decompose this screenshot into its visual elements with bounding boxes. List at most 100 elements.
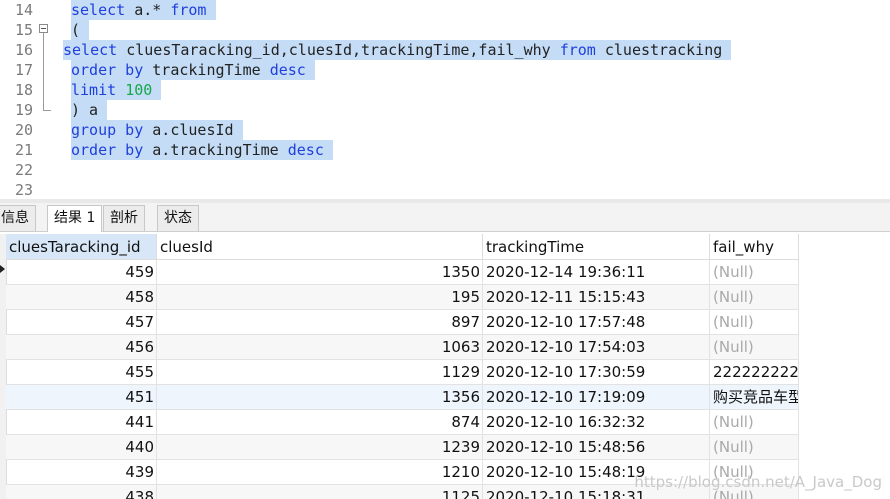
- tab-result-1[interactable]: 结果 1: [47, 205, 103, 232]
- sql-editor[interactable]: 14 select a.* from 15 ( 16 select cluesTara…: [0, 0, 890, 201]
- table-cell[interactable]: 2020-12-10 15:48:56: [483, 435, 710, 460]
- line-number: 21: [14, 141, 33, 159]
- tab-profile[interactable]: 剖析: [103, 205, 145, 231]
- table-cell[interactable]: 1063: [157, 335, 483, 360]
- fold-gutter: [38, 100, 51, 120]
- table-cell[interactable]: 456: [6, 335, 157, 360]
- table-row[interactable]: 441 874 2020-12-10 16:32:32 (Null): [0, 410, 800, 435]
- sql-text: (: [71, 21, 81, 39]
- table-cell[interactable]: 451: [6, 385, 157, 410]
- editor-line[interactable]: 20 group by a.cluesId: [0, 120, 890, 140]
- table-row[interactable]: 440 1239 2020-12-10 15:48:56 (Null): [0, 435, 800, 460]
- sql-keyword: order by: [71, 141, 144, 159]
- tab-info[interactable]: 信息: [0, 205, 36, 231]
- table-cell[interactable]: 购买竞品车型: [710, 385, 799, 410]
- table-row[interactable]: 457 897 2020-12-10 17:57:48 (Null): [0, 310, 800, 335]
- editor-line[interactable]: 22: [0, 160, 890, 180]
- table-cell[interactable]: (Null): [710, 310, 799, 335]
- sql-text: ) a: [71, 101, 99, 119]
- column-header-trackingTime[interactable]: trackingTime: [483, 234, 710, 260]
- sql-keyword: limit: [71, 81, 117, 99]
- fold-gutter: [38, 40, 50, 60]
- sql-text: a.cluesId: [143, 121, 234, 139]
- editor-line[interactable]: 14 select a.* from: [0, 0, 890, 20]
- editor-line[interactable]: 18 limit 100: [0, 80, 890, 100]
- sql-text: a.*: [125, 1, 171, 19]
- table-cell[interactable]: 195: [157, 285, 483, 310]
- table-cell[interactable]: 222222222: [710, 360, 799, 385]
- editor-line[interactable]: 21 order by a.trackingTime desc: [0, 140, 890, 160]
- column-header-cluesId[interactable]: cluesId: [157, 234, 483, 260]
- code-text: group by a.cluesId: [71, 120, 243, 140]
- selection-padding: [722, 41, 731, 59]
- table-row[interactable]: 458 195 2020-12-11 15:15:43 (Null): [0, 285, 800, 310]
- table-cell[interactable]: 1129: [157, 360, 483, 385]
- column-header-fail-why[interactable]: fail_why: [710, 234, 799, 260]
- fold-gutter: [38, 180, 50, 200]
- table-row[interactable]: 456 1063 2020-12-10 17:54:03 (Null): [0, 335, 800, 360]
- table-cell[interactable]: (Null): [710, 285, 799, 310]
- table-cell[interactable]: (Null): [710, 435, 799, 460]
- table-cell[interactable]: 455: [6, 360, 157, 385]
- table-cell[interactable]: (Null): [710, 410, 799, 435]
- code-text: (: [71, 20, 90, 40]
- editor-line[interactable]: 17 order by trackingTime desc: [0, 60, 890, 80]
- table-cell[interactable]: 897: [157, 310, 483, 335]
- fold-collapse-icon[interactable]: [39, 24, 48, 33]
- table-cell[interactable]: 1239: [157, 435, 483, 460]
- table-cell[interactable]: 458: [6, 285, 157, 310]
- code-text: order by a.trackingTime desc: [71, 140, 333, 160]
- sql-keyword: order by: [71, 61, 144, 79]
- line-number: 19: [14, 101, 33, 119]
- table-cell[interactable]: 2020-12-10 16:32:32: [483, 410, 710, 435]
- editor-line[interactable]: 23: [0, 180, 890, 200]
- code-text: ) a: [71, 100, 108, 120]
- line-number: 20: [14, 121, 33, 139]
- selection-padding: [306, 61, 315, 79]
- table-cell[interactable]: 2020-12-10 17:19:09: [483, 385, 710, 410]
- table-cell[interactable]: 1125: [157, 485, 483, 499]
- table-cell[interactable]: 439: [6, 460, 157, 485]
- sql-keyword: select: [71, 1, 126, 19]
- table-cell[interactable]: (Null): [710, 260, 799, 285]
- table-cell[interactable]: 1210: [157, 460, 483, 485]
- table-cell[interactable]: (Null): [710, 335, 799, 360]
- editor-line[interactable]: 19 ) a: [0, 100, 890, 120]
- table-cell[interactable]: 459: [6, 260, 157, 285]
- table-cell[interactable]: 2020-12-14 19:36:11: [483, 260, 710, 285]
- table-cell[interactable]: 2020-12-10 17:54:03: [483, 335, 710, 360]
- table-cell[interactable]: 441: [6, 410, 157, 435]
- column-header-cluesTaracking-id[interactable]: cluesTaracking_id: [6, 234, 157, 260]
- table-cell[interactable]: 1350: [157, 260, 483, 285]
- table-cell[interactable]: 440: [6, 435, 157, 460]
- table-row[interactable]: 451 1356 2020-12-10 17:19:09 购买竞品车型: [0, 385, 800, 410]
- table-row[interactable]: 459 1350 2020-12-14 19:36:11 (Null): [0, 260, 800, 285]
- table-cell[interactable]: 2020-12-10 17:30:59: [483, 360, 710, 385]
- sql-keyword: desc: [269, 61, 306, 79]
- code-text: select cluesTaracking_id,cluesId,trackin…: [63, 40, 732, 60]
- table-cell[interactable]: 438: [6, 485, 157, 499]
- fold-gutter: [38, 160, 50, 180]
- sql-keyword: group by: [71, 121, 144, 139]
- line-number: 14: [14, 1, 33, 19]
- selection-padding: [80, 21, 89, 39]
- tab-status[interactable]: 状态: [157, 205, 199, 231]
- sql-keyword: desc: [287, 141, 324, 159]
- table-cell[interactable]: 457: [6, 310, 157, 335]
- selection-padding: [324, 141, 333, 159]
- fold-gutter: [38, 20, 50, 40]
- editor-line[interactable]: 15 (: [0, 20, 890, 40]
- sql-keyword: from: [559, 41, 596, 59]
- code-text: select a.* from: [71, 0, 216, 20]
- table-row[interactable]: 455 1129 2020-12-10 17:30:59 222222222: [0, 360, 800, 385]
- result-grid[interactable]: cluesTaracking_id cluesId trackingTime f…: [0, 234, 890, 499]
- line-number: 15: [14, 21, 33, 39]
- table-cell[interactable]: 874: [157, 410, 483, 435]
- sql-text: a.trackingTime: [143, 141, 288, 159]
- selection-padding: [152, 81, 161, 99]
- table-cell[interactable]: 2020-12-10 17:57:48: [483, 310, 710, 335]
- table-cell[interactable]: 1356: [157, 385, 483, 410]
- editor-line[interactable]: 16 select cluesTaracking_id,cluesId,track…: [0, 40, 890, 60]
- table-cell[interactable]: 2020-12-11 15:15:43: [483, 285, 710, 310]
